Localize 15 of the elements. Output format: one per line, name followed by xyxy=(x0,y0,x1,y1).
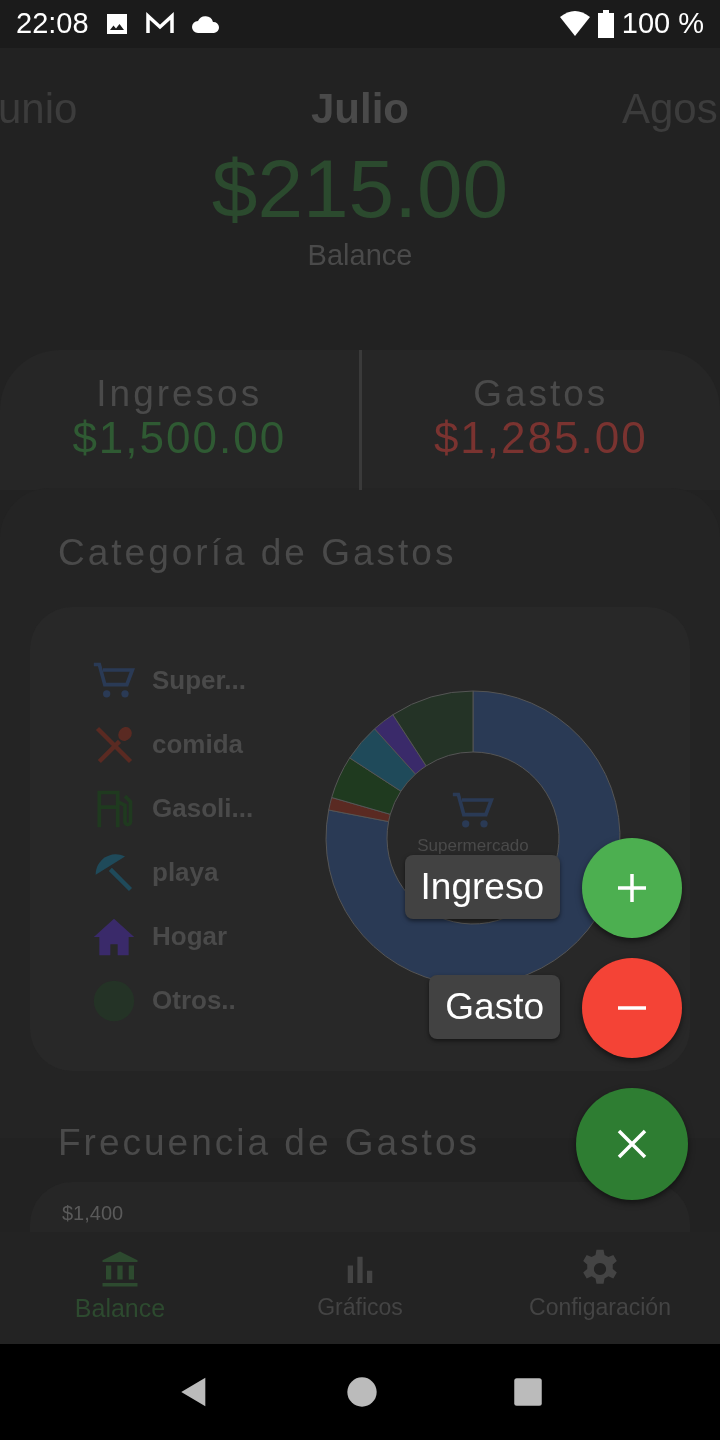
battery-percent-text: 100 % xyxy=(621,6,704,42)
fab-label[interactable]: Gasto xyxy=(429,975,560,1040)
home-icon[interactable] xyxy=(346,1376,378,1408)
recents-icon[interactable] xyxy=(512,1377,543,1407)
battery-icon xyxy=(597,10,614,38)
mail-icon xyxy=(144,12,175,36)
fab-label[interactable]: Ingreso xyxy=(404,855,560,920)
minus-icon xyxy=(616,1006,648,1010)
summary-amount: $1,285.00 xyxy=(433,414,648,463)
close-icon xyxy=(617,1129,647,1159)
image-icon xyxy=(104,12,129,36)
cloud-icon xyxy=(190,14,221,34)
plus-icon xyxy=(616,872,648,904)
clock-text: 22:08 xyxy=(16,6,89,42)
wifi-icon xyxy=(559,11,590,37)
